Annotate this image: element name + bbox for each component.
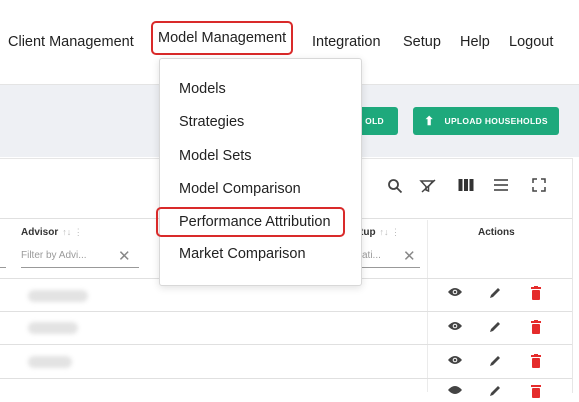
delete-icon[interactable] — [528, 286, 544, 302]
sort-icon[interactable]: ↑↓ ⋮ — [62, 227, 83, 237]
menu-item-strategies[interactable]: Strategies — [179, 110, 244, 134]
clear-setup-filter-icon[interactable]: ✕ — [403, 247, 416, 265]
edit-icon[interactable] — [487, 354, 503, 370]
view-icon[interactable] — [447, 384, 463, 400]
nav-help[interactable]: Help — [460, 31, 490, 53]
prev-column-filter-underline — [0, 267, 6, 268]
advisor-cell-blurred — [28, 356, 72, 368]
density-icon[interactable] — [492, 178, 510, 196]
advisor-cell-blurred — [28, 290, 88, 302]
delete-icon[interactable] — [528, 384, 544, 400]
upload-icon: ⬆ — [424, 113, 435, 128]
column-header-actions: Actions — [478, 227, 515, 238]
edit-icon[interactable] — [487, 320, 503, 336]
nav-setup[interactable]: Setup — [403, 31, 441, 53]
menu-item-models[interactable]: Models — [179, 77, 226, 101]
advisor-cell-blurred — [28, 322, 78, 334]
add-household-label: OLD — [365, 116, 384, 126]
table-row-divider — [0, 311, 572, 312]
nav-logout[interactable]: Logout — [509, 31, 553, 53]
setup-filter-input[interactable]: ati... — [362, 250, 381, 261]
upload-households-button[interactable]: ⬆ UPLOAD HOUSEHOLDS — [413, 107, 559, 135]
view-icon[interactable] — [447, 286, 463, 302]
edit-icon[interactable] — [487, 286, 503, 302]
setup-filter-underline — [360, 267, 420, 268]
menu-item-model-sets[interactable]: Model Sets — [179, 144, 252, 168]
sort-icon[interactable]: ↑↓ ⋮ — [380, 227, 401, 237]
columns-icon[interactable] — [457, 178, 475, 196]
menu-item-performance-attribution[interactable]: Performance Attribution — [156, 207, 345, 237]
nav-integration[interactable]: Integration — [312, 31, 381, 53]
table-row-divider — [0, 378, 572, 379]
clear-filter-icon[interactable] — [419, 178, 437, 196]
nav-model-management[interactable]: Model Management — [151, 21, 294, 55]
delete-icon[interactable] — [528, 354, 544, 370]
upload-households-label: UPLOAD HOUSEHOLDS — [444, 116, 548, 126]
model-management-dropdown: Models Strategies Model Sets Model Compa… — [156, 58, 362, 286]
view-icon[interactable] — [447, 354, 463, 370]
menu-item-model-comparison[interactable]: Model Comparison — [179, 177, 301, 201]
column-header-advisor[interactable]: Advisor ↑↓ ⋮ — [21, 227, 83, 238]
advisor-header-label: Advisor — [21, 227, 59, 238]
nav-client-management[interactable]: Client Management — [8, 31, 134, 53]
advisor-filter-underline — [21, 267, 139, 268]
column-header-setup[interactable]: tup ↑↓ ⋮ — [360, 227, 400, 238]
setup-header-label: tup — [360, 227, 376, 238]
clear-advisor-filter-icon[interactable]: ✕ — [118, 247, 131, 265]
actions-column-divider — [427, 220, 428, 392]
fullscreen-icon[interactable] — [530, 178, 548, 196]
menu-item-market-comparison[interactable]: Market Comparison — [179, 242, 306, 266]
view-icon[interactable] — [447, 320, 463, 336]
advisor-filter-input[interactable]: Filter by Advi... — [21, 250, 87, 261]
edit-icon[interactable] — [487, 384, 503, 400]
search-icon[interactable] — [386, 178, 404, 196]
delete-icon[interactable] — [528, 320, 544, 336]
table-row-divider — [0, 344, 572, 345]
